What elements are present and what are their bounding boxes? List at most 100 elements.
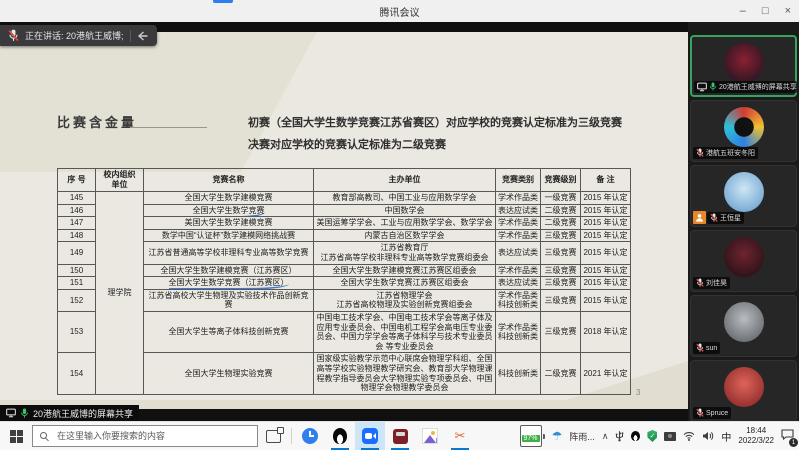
row-number-cell: 148 [58,229,96,242]
participant-avatar [724,302,764,342]
tray-time: 18:44 [738,426,774,436]
participant-label-row: 刘佳昊 [693,277,730,289]
competition-table: 序 号校内组织 单位竞赛名称主办单位竞赛类别竞赛级别备 注 145理学院全国大学… [57,168,631,395]
participant-label-row: Spruce [693,407,731,419]
row-number-cell: 145 [58,192,96,205]
weather-label[interactable]: 阵雨... [569,422,595,450]
start-button[interactable] [0,422,32,450]
row-number-cell: 154 [58,353,96,394]
collapse-arrow-icon[interactable] [137,31,149,41]
mic-muted-icon [696,278,704,288]
note-cell: 2018 年认定 [581,311,631,352]
battery-nub [543,434,545,439]
competition-name-cell: 美国大学生数学建模竞赛 [144,217,314,230]
photos-app-button[interactable] [415,422,445,450]
action-center-button[interactable]: 1 [781,422,794,450]
clock-date[interactable]: 18:44 2022/3/22 [738,422,774,450]
participant-tile[interactable]: 20港航王威博的屏幕共享 [690,35,797,97]
maximize-button[interactable]: □ [762,6,769,17]
note-cell: 2015 年认定 [581,192,631,205]
participant-tile[interactable]: 港航五班安冬阳 [690,100,797,162]
usb-icon[interactable] [615,422,624,450]
battery-percent: 97% [522,435,540,442]
participant-tile[interactable]: sun [690,295,797,357]
search-icon [40,432,49,441]
minimize-button[interactable]: – [740,6,746,17]
competition-name: 江苏省普通高等学校非理科专业高等数学竞赛 [149,248,309,257]
host-cell: 全国大学生数学竞赛江苏赛区组委会 [314,277,496,290]
column-header: 校内组织 单位 [96,169,144,192]
security-shield-icon[interactable] [647,422,657,450]
participant-label: 20港航王威博的屏幕共享 [694,81,797,93]
share-banner-label: 20港航王威博的屏幕共享 [33,407,133,420]
slide-intro-line1: 初赛（全国大学生数学竞赛江苏省赛区）对应学校的竞赛认定标准为三级竞赛 [248,114,622,130]
level-cell: 三级竞赛 [541,277,581,290]
participant-avatar [724,367,764,407]
column-header: 竞赛类别 [496,169,541,192]
note-cell: 2015 年认定 [581,217,631,230]
tray-expand-chevron[interactable]: ∧ [602,422,609,450]
search-input[interactable] [55,430,250,442]
host-cell: 内蒙古自治区数学学会 [314,229,496,242]
table-row: 147美国大学生数学建模竞赛美国运筹学学会、工业与应用数学学会、数学学会学术作品… [58,217,631,230]
mic-muted-icon [696,408,704,418]
host-cell: 江苏省物理学会 江苏省高校物理及实验创新竞赛组委会 [314,289,496,311]
participant-tile[interactable]: Spruce [690,360,797,422]
category-cell: 表达应试类 [496,277,541,290]
wifi-icon[interactable] [683,422,695,450]
participant-label: 港航五班安冬阳 [693,147,758,159]
category-cell: 学术作品类 [496,217,541,230]
participant-label: 刘佳昊 [693,277,730,289]
screenshot-app-icon [455,427,466,445]
level-cell: 三级竞赛 [541,229,581,242]
clock-app-button[interactable] [295,422,325,450]
screenshot-app-button[interactable] [445,422,475,450]
category-cell: 表达应试类 [496,242,541,264]
participant-label-row: 港航五班安冬阳 [693,147,758,159]
table-row: 146全国大学生数学竞赛中国数学会表达应试类二级竞赛2015 年认定 [58,204,631,217]
speaker-icon[interactable] [702,422,714,450]
annotated-competition-name: 全国大学生数学竞赛 [193,206,265,217]
row-number-cell: 151 [58,277,96,290]
column-header: 竞赛级别 [541,169,581,192]
qq-app-button[interactable] [325,422,355,450]
mic-on-icon [709,82,717,92]
table-row: 149江苏省普通高等学校非理科专业高等数学竞赛江苏省教育厅 江苏省高等学校非理科… [58,242,631,264]
clock-app-icon [302,428,318,444]
participant-tile[interactable]: 王恒星 [690,165,797,227]
ime-indicator[interactable]: 中 [721,422,731,450]
competition-name: 美国大学生数学建模竞赛 [185,218,273,227]
participant-label: sun [693,342,720,354]
participant-tile[interactable]: 刘佳昊 [690,230,797,292]
participant-label-row: sun [693,342,720,354]
category-cell: 学术作品类 [496,264,541,277]
host-cell: 中国电工技术学会、中国电工技术学会等离子体及应用专业委员会、中国电机工程学会高电… [314,311,496,352]
participant-avatar [724,43,764,83]
table-body: 145理学院全国大学生数学建模竞赛教育部高教司、中国工业与应用数学学会学术作品类… [58,192,631,395]
wps-app-button[interactable] [385,422,415,450]
taskbar-search[interactable] [32,425,258,447]
mic-muted-icon [696,148,704,158]
participant-label-row: 王恒星 [693,211,744,224]
level-cell: 三级竞赛 [541,311,581,352]
participant-name: 刘佳昊 [706,278,727,288]
participant-label: Spruce [693,407,731,419]
titlebar: 腾讯会议 – □ × [0,0,799,23]
battery-indicator[interactable]: 97% [520,422,545,450]
window-controls: – □ × [740,0,791,22]
screen-share-view: 比赛含金量 初赛（全国大学生数学竞赛江苏省赛区）对应学校的竞赛认定标准为三级竞赛… [0,22,688,422]
qq-tray-icon[interactable] [631,422,640,450]
meeting-app-button[interactable] [355,422,385,450]
close-button[interactable]: × [785,6,791,17]
slide-intro-line2: 决赛对应学校的竞赛认定标准为二级竞赛 [248,136,446,152]
taskbar: 97% ☂ 阵雨... ∧ 中 18:44 2022/3/22 1 [0,421,799,450]
umbrella-weather-icon[interactable]: ☂ [552,422,563,450]
task-view-button[interactable] [258,422,288,450]
level-cell: 三级竞赛 [541,289,581,311]
camera-device-icon[interactable] [664,422,676,450]
table-row: 148数学中国“认证杯”数学建模网络挑战赛内蒙古自治区数学学会学术作品类三级竞赛… [58,229,631,242]
participant-label: 王恒星 [707,212,744,224]
note-cell: 2015 年认定 [581,242,631,264]
category-cell: 学术作品类 科技创新类 [496,289,541,311]
screen-share-icon [697,82,707,92]
